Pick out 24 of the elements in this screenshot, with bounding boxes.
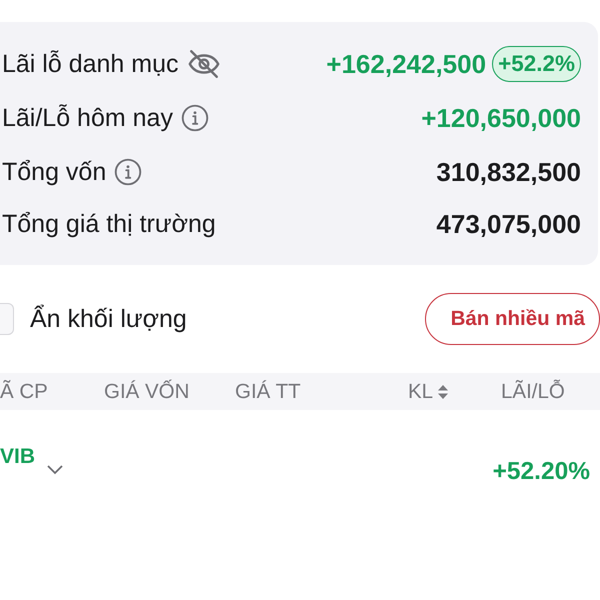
sell-multiple-button[interactable]: Bán nhiều mã xyxy=(425,293,600,345)
checkbox[interactable] xyxy=(0,303,14,335)
summary-label: Lãi lỗ danh mục xyxy=(2,50,179,78)
summary-value: +162,242,500 xyxy=(326,48,486,80)
eye-off-icon[interactable] xyxy=(186,47,221,81)
stock-symbol[interactable]: VIB xyxy=(0,445,36,469)
sort-icon[interactable] xyxy=(438,384,448,398)
summary-label: Tổng giá thị trường xyxy=(2,210,216,238)
column-header[interactable]: KL xyxy=(408,380,448,404)
info-icon[interactable] xyxy=(180,104,209,132)
summary-label: Lãi/Lỗ hôm nay xyxy=(2,104,173,132)
summary-value: +120,650,000 xyxy=(421,102,581,134)
summary-value: 310,832,500 xyxy=(436,156,581,188)
chevron-down-icon[interactable] xyxy=(47,465,64,475)
percent-badge: +52.2% xyxy=(492,46,581,82)
column-header: LÃI/LỖ xyxy=(501,380,565,404)
checkbox-label: Ẩn khối lượng xyxy=(30,304,187,334)
profit-loss-value: +52.20% xyxy=(492,458,590,486)
info-icon[interactable] xyxy=(114,158,142,186)
column-header: GIÁ VỐN xyxy=(104,380,190,404)
column-header: GIÁ TT xyxy=(235,380,301,404)
summary-value: 473,075,000 xyxy=(436,208,581,240)
column-header: Ã CP xyxy=(0,380,48,404)
summary-label: Tổng vốn xyxy=(2,158,106,186)
